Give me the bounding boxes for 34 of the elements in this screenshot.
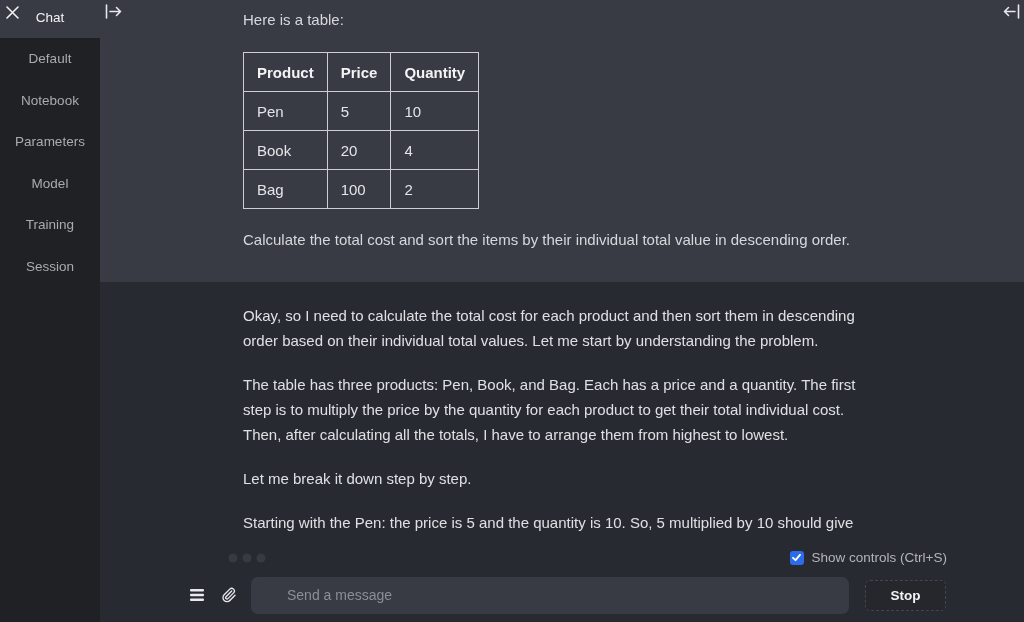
reply-paragraph: Okay, so I need to calculate the total cost for each product and then sort them in descending order based on their individual total values. Let me start by understanding the problem. [243, 306, 856, 351]
message-input[interactable]: Send a message [251, 576, 849, 614]
reply-paragraph: The table has three products: Pen, Book, and Bag. Each has a price and a quantity. The first step is to multiply the price by the quantity for each product to get their total individual cost. Then, after calculating all the totals, I have to arrange them from highest to lowest. [243, 375, 857, 445]
message-text: Calculate the total cost and sort the items by their individual total value in descending order. [243, 230, 852, 250]
stop-button[interactable]: Stop [865, 579, 946, 611]
sidebar-tab[interactable]: Notebook [0, 79, 100, 121]
table-cell: Book [243, 130, 328, 170]
table-cell: 4 [390, 130, 479, 170]
table-header-cell: Quantity [390, 52, 479, 92]
table-cell: 100 [327, 169, 391, 209]
table-cell: Pen [243, 91, 328, 131]
menu-icon[interactable] [190, 589, 204, 601]
sidebar-tab[interactable]: Chat [0, 0, 100, 38]
table-header-cell: Product [243, 52, 328, 92]
reply-paragraph: Starting with the Pen: the price is 5 and the quantity is 10. So, 5 multiplied by 10 should give [243, 513, 855, 533]
table-header-cell: Price [327, 52, 391, 92]
collapse-panel-icon[interactable] [1003, 4, 1020, 19]
table-cell: 10 [390, 91, 479, 131]
table-cell: 5 [327, 91, 391, 131]
sidebar-tab[interactable]: Session [0, 245, 100, 287]
table-cell: 20 [327, 130, 391, 170]
table-cell: 2 [390, 169, 479, 209]
sidebar-tab[interactable]: Model [0, 162, 100, 204]
expand-sidebar-icon[interactable] [105, 4, 122, 19]
close-icon[interactable] [6, 6, 19, 19]
sidebar-tab[interactable]: Default [0, 38, 100, 80]
reply-paragraph: Let me break it down step by step. [243, 469, 473, 489]
message-text: Here is a table: [243, 10, 345, 30]
table-cell: Bag [243, 169, 328, 209]
paperclip-icon[interactable] [221, 587, 237, 603]
sidebar-tab[interactable]: Parameters [0, 121, 100, 163]
checkbox-label: Show controls (Ctrl+S) [811, 550, 947, 565]
checkbox[interactable] [789, 550, 804, 565]
sidebar-tab[interactable]: Training [0, 204, 100, 246]
